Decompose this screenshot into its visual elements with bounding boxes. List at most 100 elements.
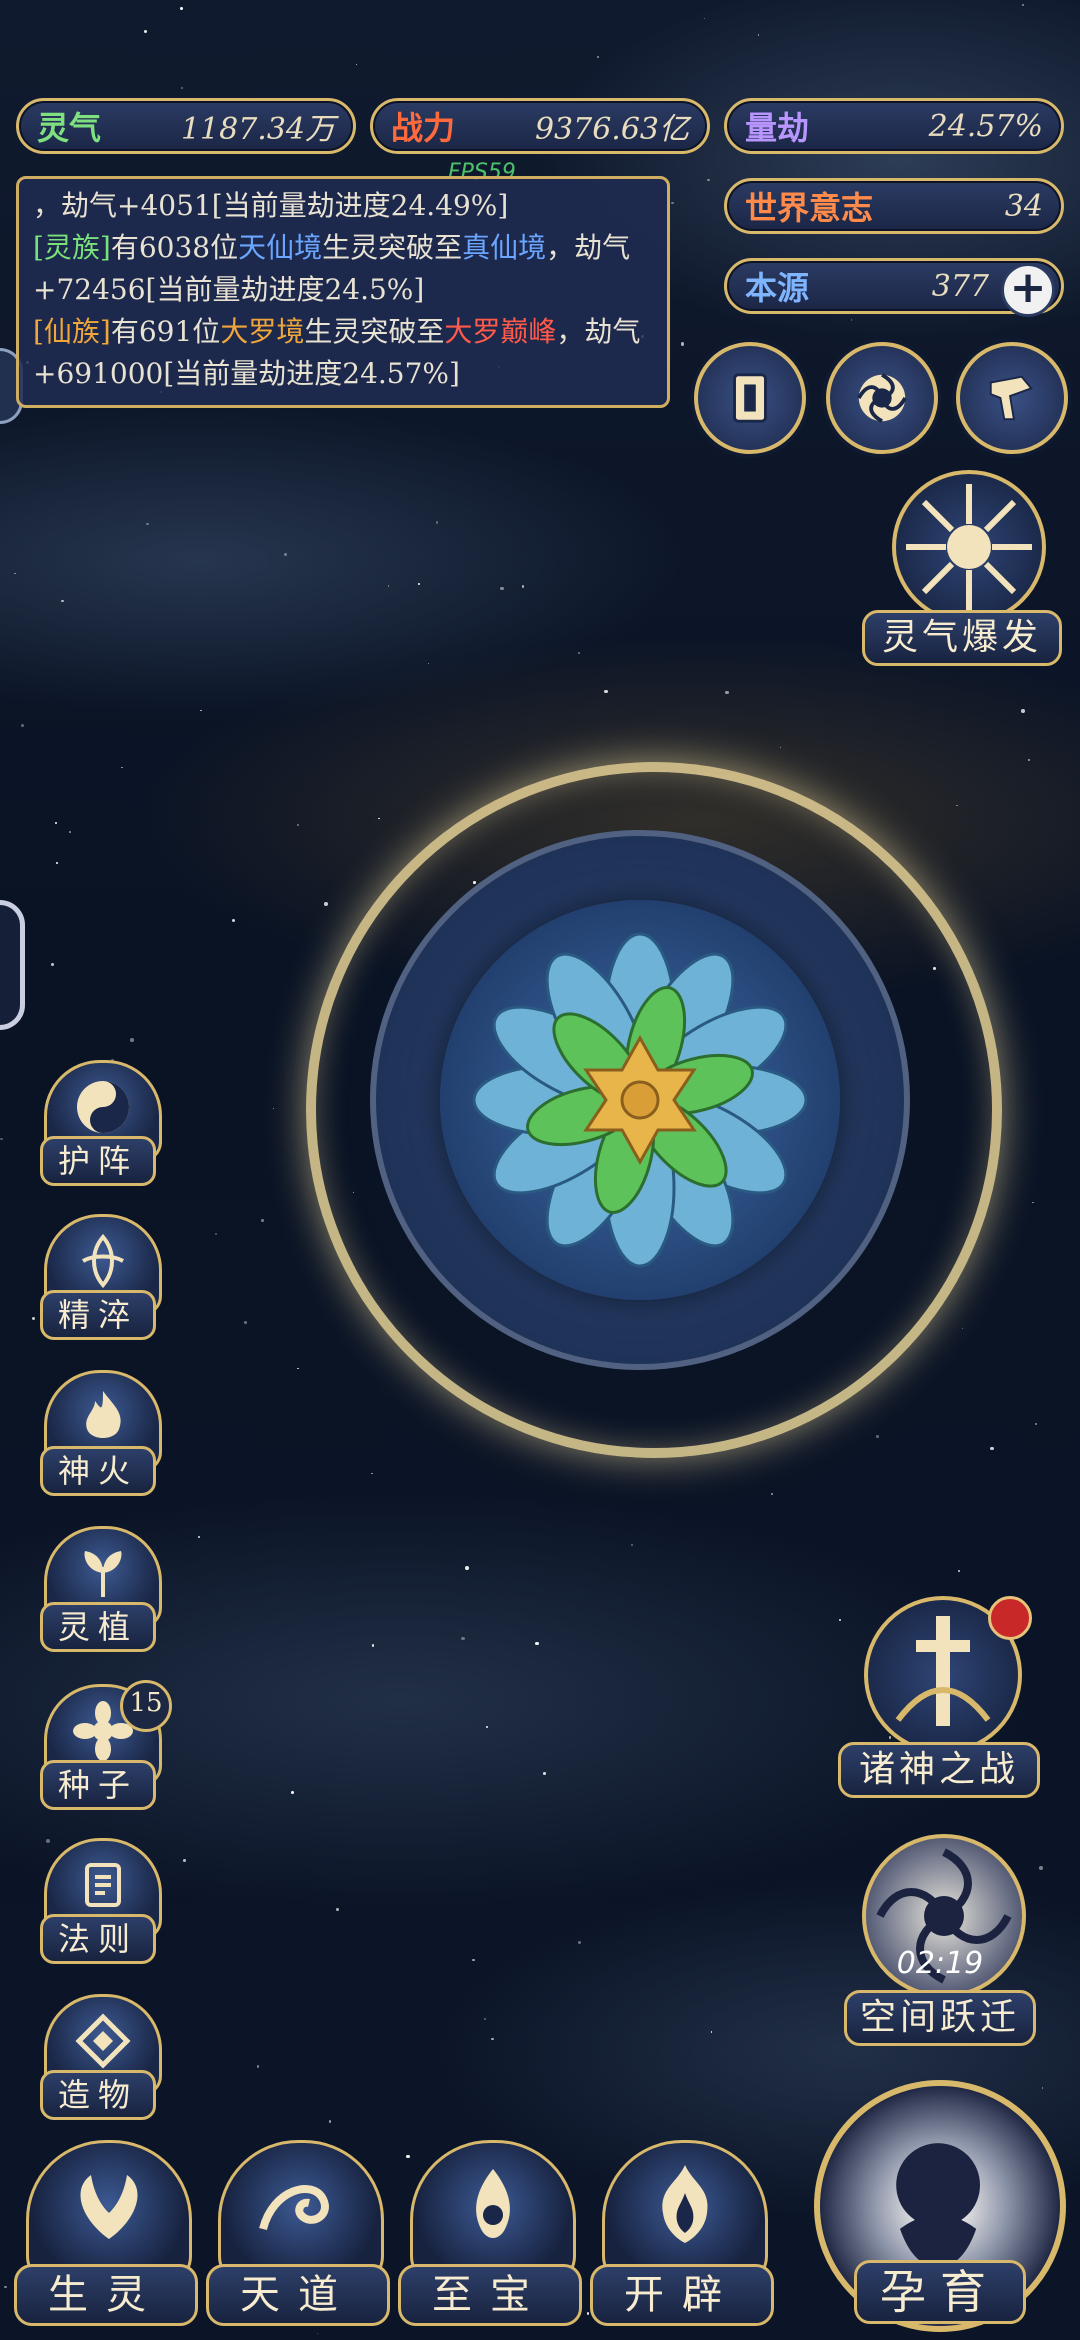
liangjie-stat[interactable]: 量劫 24.57%: [724, 98, 1064, 154]
side-menu-item[interactable]: 法则: [40, 1838, 164, 1968]
jump-timer: 02:19: [896, 1946, 984, 1981]
star: [4, 2285, 7, 2289]
star: [962, 1327, 964, 1330]
side-menu-label: 护阵: [40, 1136, 156, 1186]
bottom-tab[interactable]: 天道: [206, 2140, 390, 2330]
star: [577, 651, 580, 654]
star: [61, 599, 64, 603]
star: [535, 1641, 539, 1646]
hammer-icon: [989, 375, 1033, 421]
star: [256, 2065, 260, 2068]
burst-label: 灵气爆发: [862, 610, 1062, 666]
star: [631, 1543, 634, 1547]
side-menu-label: 造物: [40, 2070, 156, 2120]
lingqi-stat[interactable]: 灵气 1187.34万: [16, 98, 356, 154]
star: [1022, 4, 1025, 7]
star: [876, 1434, 879, 1438]
star: [54, 821, 57, 824]
star: [955, 804, 958, 807]
shijie-stat[interactable]: 世界意志 34: [724, 178, 1064, 234]
star: [779, 747, 782, 749]
vortex-button[interactable]: [826, 342, 938, 454]
bottom-tab[interactable]: 生灵: [14, 2140, 198, 2330]
star: [500, 587, 504, 591]
card-icon: [733, 373, 767, 423]
side-menu-item[interactable]: 种子 15: [40, 1680, 172, 1814]
star: [725, 691, 729, 695]
plus-icon[interactable]: +: [1001, 263, 1055, 317]
incubate-button[interactable]: 孕育: [814, 2080, 1066, 2332]
star: [521, 585, 524, 588]
star: [484, 2018, 487, 2021]
star: [543, 1771, 547, 1775]
star: [328, 2120, 332, 2124]
star: [472, 1958, 475, 1961]
bottom-tab[interactable]: 至宝: [398, 2140, 582, 2330]
star: [68, 830, 71, 833]
star: [758, 34, 760, 36]
star: [179, 6, 184, 11]
star: [290, 1790, 295, 1795]
alert-dot: [988, 1596, 1032, 1640]
star: [243, 1321, 247, 1324]
star: [707, 178, 710, 182]
star: [121, 766, 123, 768]
star: [261, 1219, 264, 1222]
star: [0, 1138, 3, 1141]
star: [435, 521, 438, 524]
star: [485, 1725, 488, 1728]
side-menu-label: 法则: [40, 1914, 156, 1964]
battle-button[interactable]: 诸神之战: [838, 1596, 1040, 1806]
star: [297, 823, 300, 826]
star: [958, 1569, 961, 1572]
star: [577, 1940, 582, 1945]
star: [181, 87, 183, 89]
star: [371, 1643, 375, 1647]
star: [31, 1316, 35, 1321]
star: [850, 319, 853, 321]
star: [143, 29, 148, 33]
side-menu-item[interactable]: 灵植: [40, 1526, 164, 1656]
star: [14, 573, 16, 575]
zhanli-label: 战力: [391, 109, 456, 147]
card-button[interactable]: [694, 342, 806, 454]
side-menu-item[interactable]: 护阵: [40, 1060, 164, 1190]
star: [1021, 709, 1026, 713]
left-edge-tab-middle[interactable]: [0, 900, 25, 1030]
benyuan-value: 377: [931, 268, 989, 304]
bottom-tab-label: 至宝: [398, 2264, 582, 2326]
lingqi-label: 灵气: [37, 109, 102, 147]
lingqi-value: 1187.34万: [180, 112, 335, 147]
bottom-tab-label: 开辟: [590, 2264, 774, 2326]
star: [197, 1536, 200, 1538]
side-menu-item[interactable]: 精淬: [40, 1214, 164, 1344]
star: [1034, 1423, 1037, 1426]
side-menu-item[interactable]: 造物: [40, 1994, 164, 2124]
star: [231, 919, 235, 923]
benyuan-stat[interactable]: 本源 377 +: [724, 258, 1064, 317]
bottom-tab-label: 生灵: [14, 2264, 198, 2326]
star: [20, 723, 24, 727]
star: [596, 56, 599, 59]
lingqi-burst-button[interactable]: 灵气爆发: [862, 470, 1062, 680]
hammer-button[interactable]: [956, 342, 1068, 454]
star: [215, 1232, 218, 1235]
count-badge: 15: [120, 1680, 172, 1732]
burst-icon: [892, 470, 1046, 624]
vortex-icon: [857, 373, 907, 423]
side-menu-label: 神火: [40, 1446, 156, 1496]
star: [51, 963, 55, 967]
star: [200, 710, 202, 712]
space-jump-button[interactable]: 02:19 空间跃迁: [840, 1834, 1040, 2050]
star: [704, 18, 706, 20]
world-planet[interactable]: [440, 900, 840, 1300]
zhanli-value: 9376.63亿: [534, 112, 689, 147]
star: [378, 817, 380, 819]
star: [710, 2031, 713, 2034]
shijie-label: 世界意志: [745, 189, 874, 227]
lotus-icon: [472, 932, 808, 1268]
zhanli-stat[interactable]: 战力 9376.63亿: [370, 98, 710, 154]
side-menu-item[interactable]: 神火: [40, 1370, 164, 1500]
star: [417, 583, 420, 586]
bottom-tab[interactable]: 开辟: [590, 2140, 774, 2330]
